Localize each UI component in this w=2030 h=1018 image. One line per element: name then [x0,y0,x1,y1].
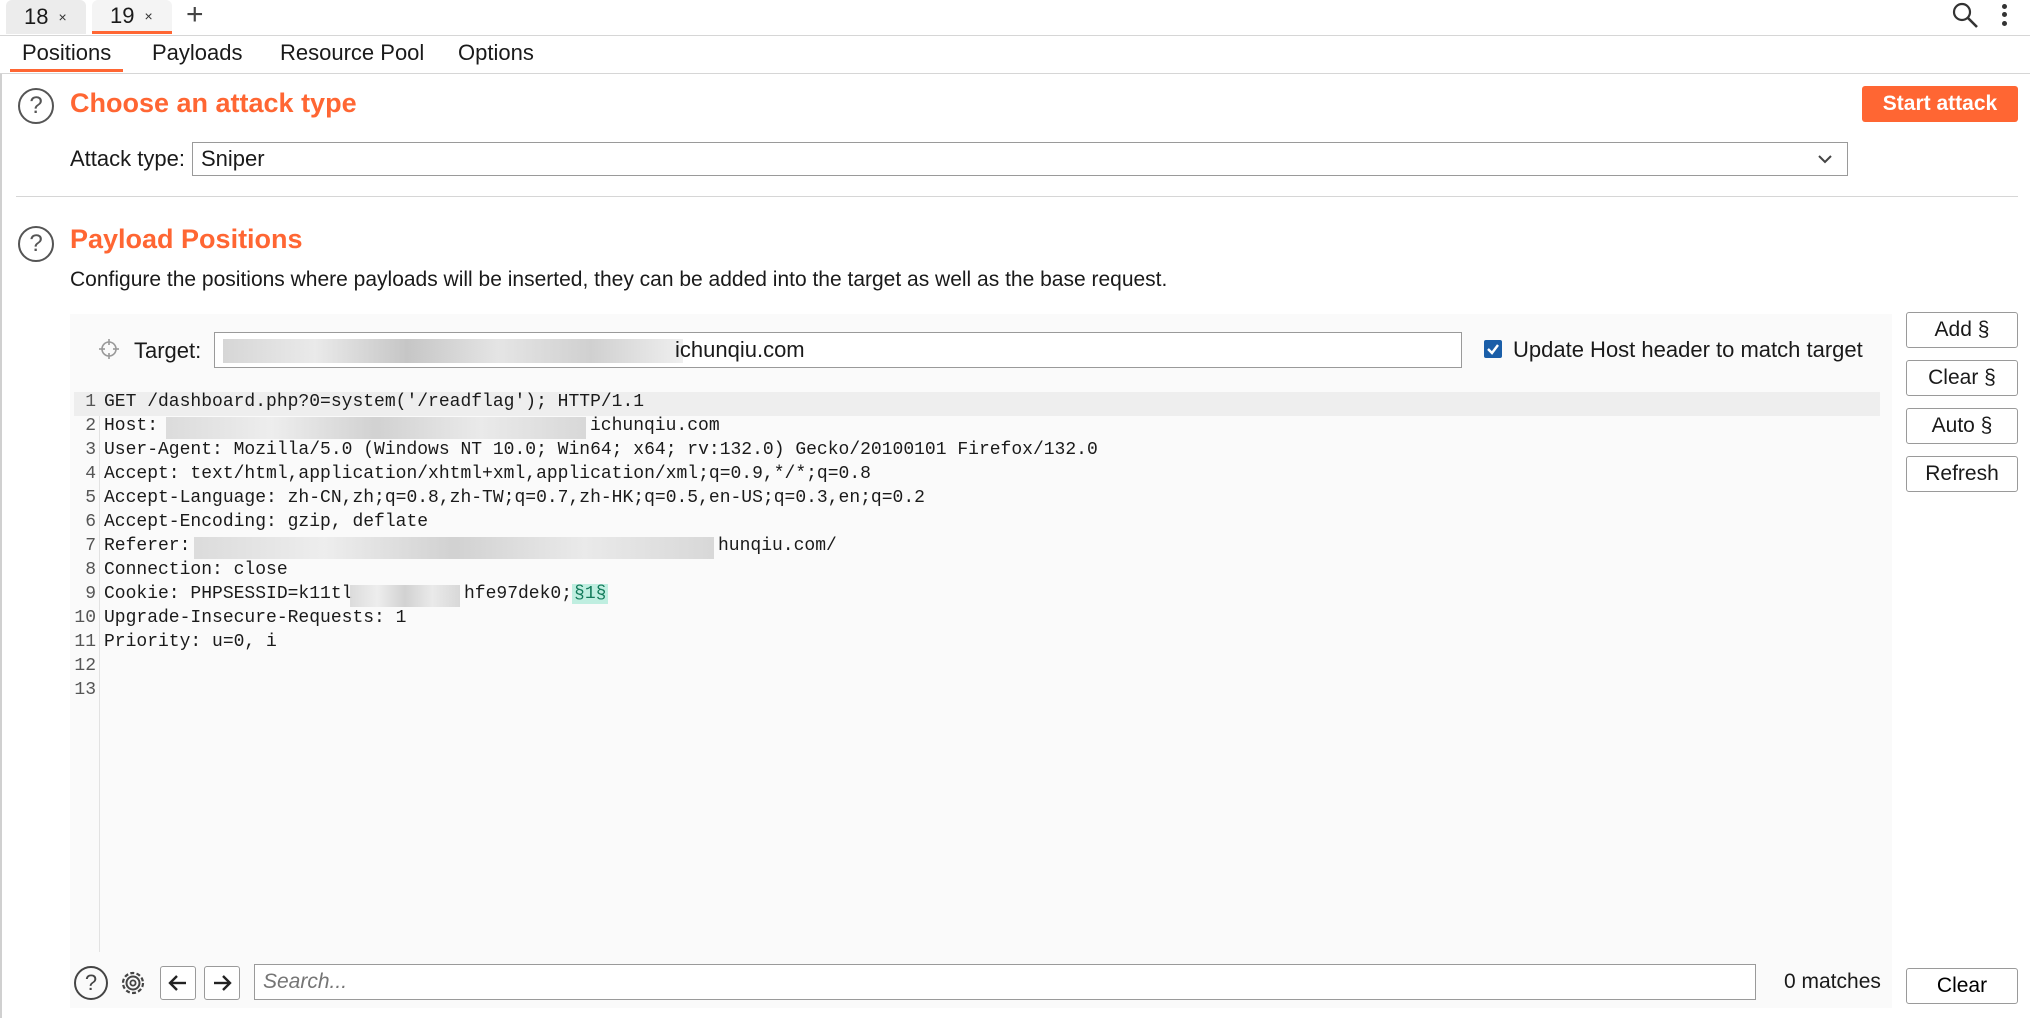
clear-search-button[interactable]: Clear [1906,968,2018,1004]
attack-type-select[interactable]: Sniper [192,142,1848,176]
checkmark-icon [1487,344,1499,355]
arrow-left-icon [168,975,186,991]
request-tab-18[interactable]: 18 × [6,0,86,34]
request-line: 10 Upgrade-Insecure-Requests: 1 [74,608,407,628]
target-value: ichunqiu.com [675,337,805,362]
request-tab-strip: 18 × 19 × + [0,0,2030,36]
request-tab-19[interactable]: 19 × [92,0,172,34]
new-tab-icon[interactable]: + [186,0,204,30]
redacted-session [350,585,460,607]
request-line: 5 Accept-Language: zh-CN,zh;q=0.8,zh-TW;… [85,488,925,508]
help-icon[interactable]: ? [74,966,108,1000]
arrow-right-icon [214,975,232,991]
next-match-button[interactable] [204,966,240,1000]
request-line: 3 User-Agent: Mozilla/5.0 (Windows NT 10… [85,440,1098,460]
request-line: 11 Priority: u=0, i [74,632,277,652]
left-edge-divider [0,74,2,1018]
add-marker-button[interactable]: Add § [1906,312,2018,348]
request-line: 2 Host: ichunqiu.com [74,416,1880,440]
request-line: 13 [74,680,96,700]
start-attack-button[interactable]: Start attack [1862,86,2018,122]
chevron-down-icon [1818,155,1832,164]
section-divider [16,196,2018,197]
intruder-sub-tabs: Positions Payloads Resource Pool Options [0,36,2030,74]
update-host-checkbox[interactable] [1484,340,1502,358]
request-tab-label: 18 [24,4,49,29]
request-line: 4 Accept: text/html,application/xhtml+xm… [85,464,871,484]
request-editor[interactable]: 1 GET /dashboard.php?0=system('/readflag… [74,392,1880,952]
more-options-icon[interactable] [1996,0,2012,30]
previous-match-button[interactable] [160,966,196,1000]
tab-resource-pool[interactable]: Resource Pool [280,40,424,72]
gear-icon[interactable] [116,966,150,1000]
payload-positions-title: Payload Positions [70,224,303,254]
request-tab-label: 19 [110,2,135,28]
tab-positions[interactable]: Positions [10,40,124,72]
redacted-host [166,417,586,439]
target-label: Target: [134,338,202,363]
auto-markers-button[interactable]: Auto § [1906,408,2018,444]
search-icon[interactable] [1950,0,1980,30]
target-input[interactable]: ichunqiu.com [214,332,1462,368]
crosshair-icon [99,339,119,359]
tab-payloads[interactable]: Payloads [152,40,243,72]
request-line: 6 Accept-Encoding: gzip, deflate [85,512,429,532]
attack-type-title: Choose an attack type [70,88,357,118]
help-icon[interactable]: ? [18,88,54,124]
request-line: 7 Referer: hunqiu.com/ [74,536,1880,560]
request-line: 1 GET /dashboard.php?0=system('/readflag… [74,392,1880,416]
request-line: 8 Connection: close [85,560,288,580]
clear-markers-button[interactable]: Clear § [1906,360,2018,396]
redacted-url [194,537,714,559]
help-icon[interactable]: ? [18,226,54,262]
request-line: 9 Cookie: PHPSESSID=k11tl hfe97dek0; §1§ [74,584,1880,608]
attack-type-value: Sniper [201,146,265,171]
update-host-label: Update Host header to match target [1513,337,1863,362]
attack-type-label: Attack type: [70,146,185,171]
close-icon[interactable]: × [58,9,66,25]
request-line: 12 [74,656,96,676]
close-icon[interactable]: × [144,8,152,24]
refresh-button[interactable]: Refresh [1906,456,2018,492]
redacted-host [223,339,683,363]
payload-positions-description: Configure the positions where payloads w… [70,268,1168,291]
match-count: 0 matches [1784,970,1881,993]
tab-options[interactable]: Options [458,40,534,72]
payload-marker[interactable]: §1§ [572,584,609,604]
search-input[interactable] [254,964,1756,1000]
